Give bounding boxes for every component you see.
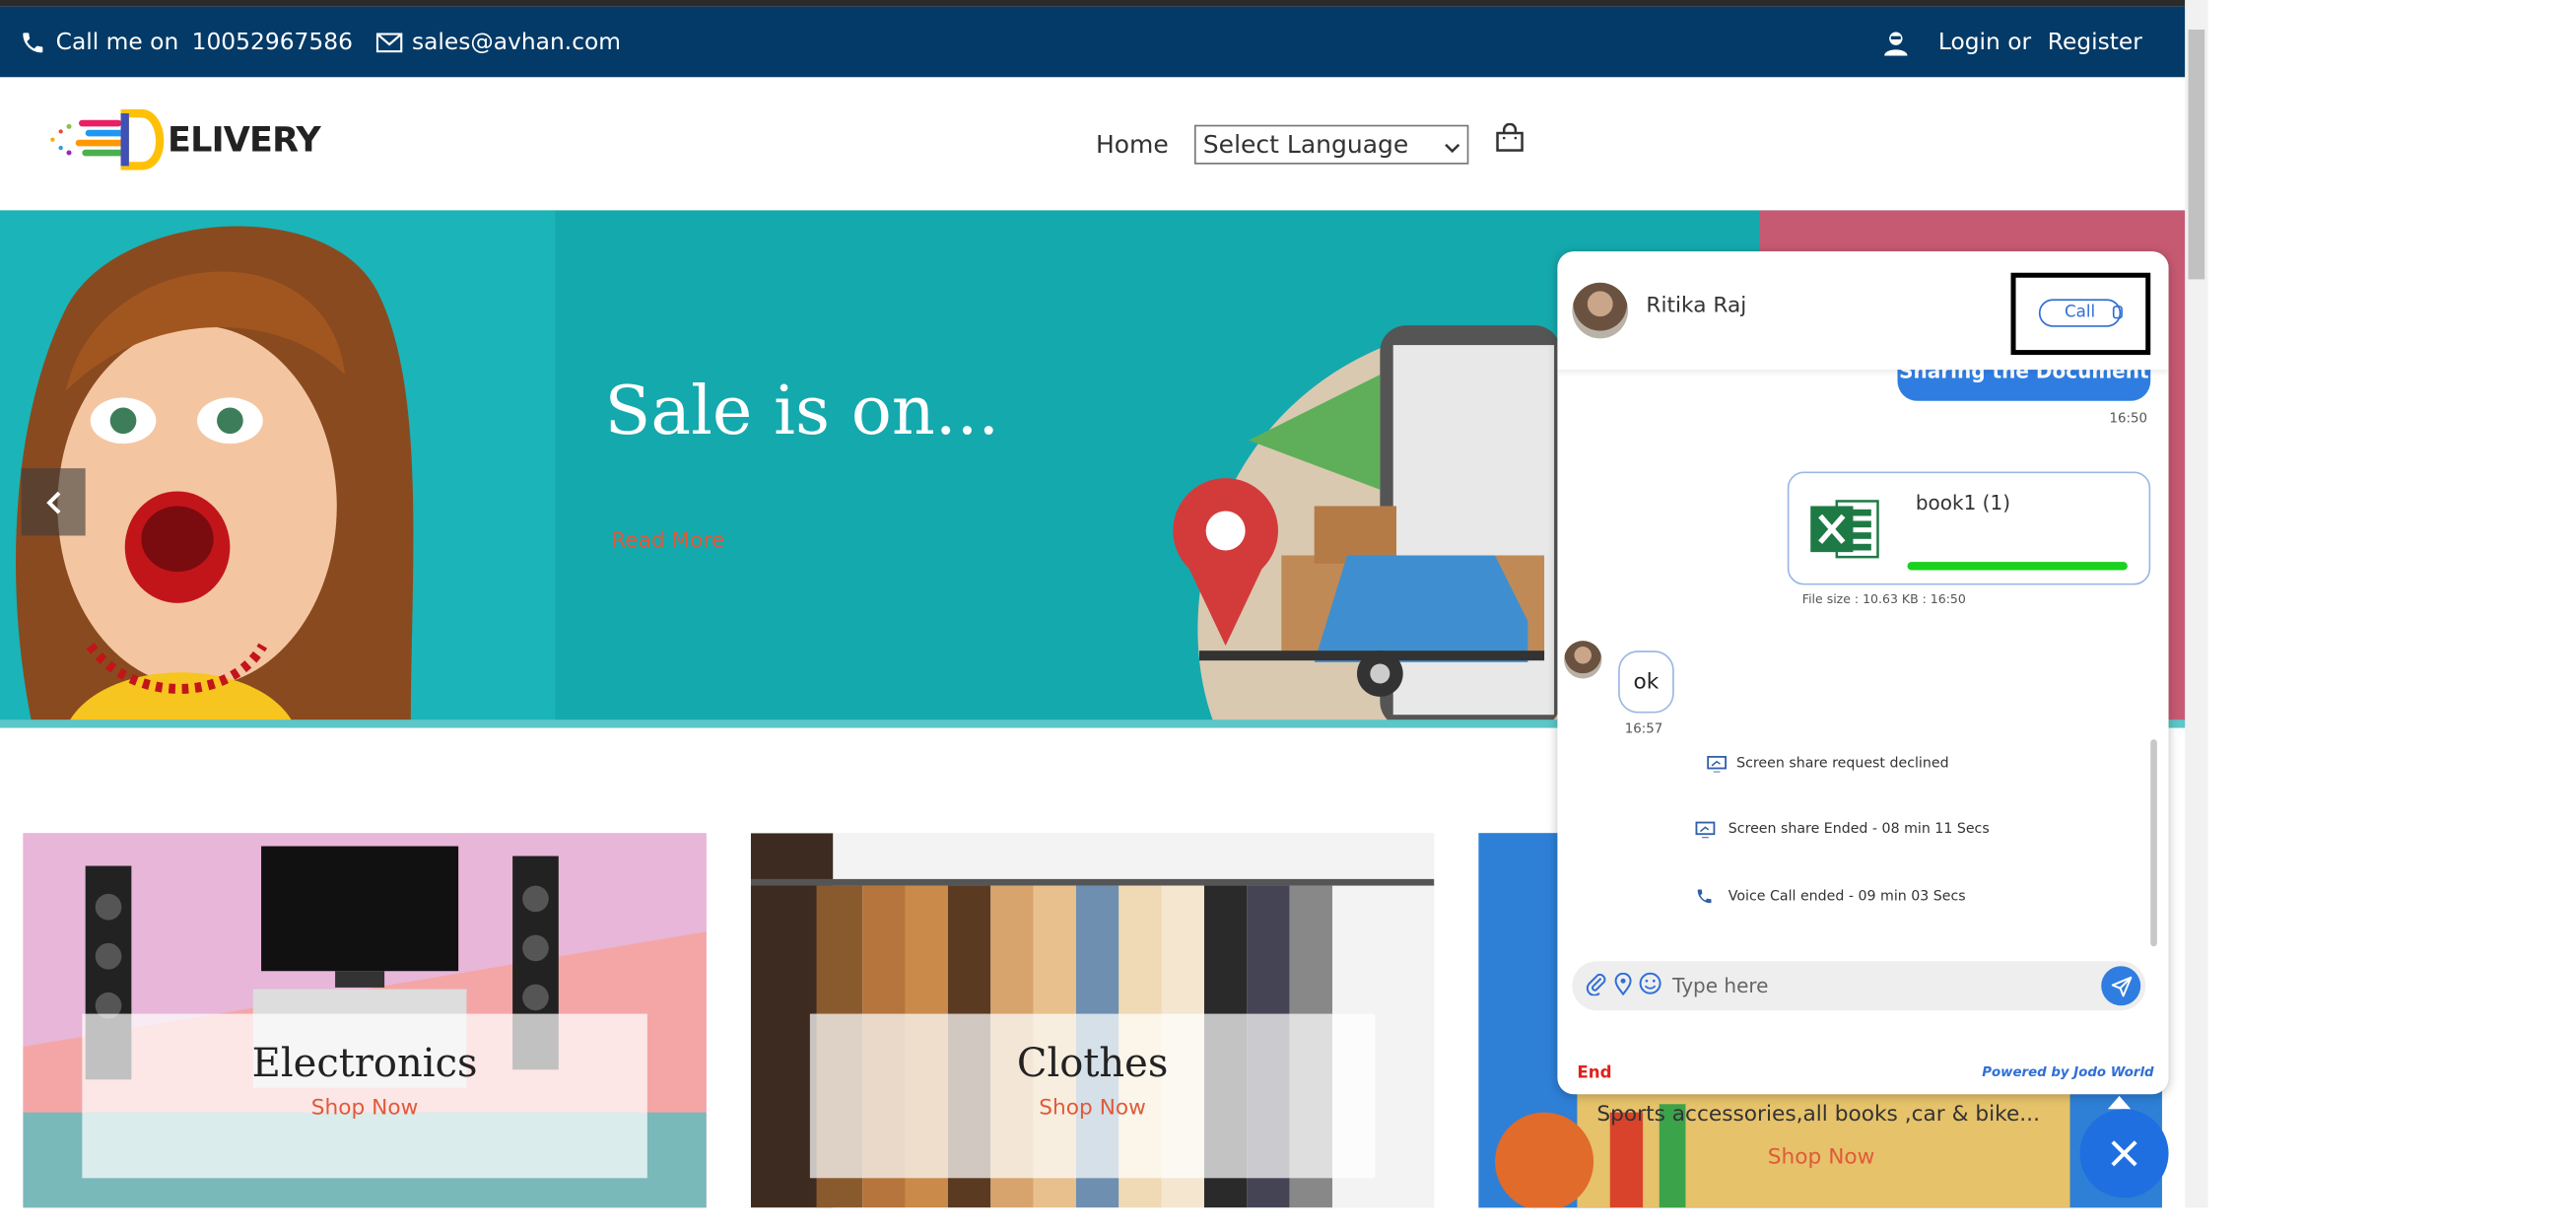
chat-message-input[interactable]: Type here (1672, 975, 2101, 997)
category-title: Clothes (1016, 1040, 1169, 1086)
phone-contact[interactable]: Call me on 10052967586 (20, 29, 353, 55)
agent-avatar-small (1564, 641, 1602, 679)
category-overlay: Clothes Shop Now (809, 1013, 1376, 1179)
shopping-bag-icon[interactable] (1496, 122, 1525, 160)
contact-bar: Call me on 10052967586 sales@avhan.com L… (0, 6, 2186, 78)
chat-scrollbar[interactable] (2150, 739, 2157, 947)
chat-widget: Ritika Raj Call Sharing the Document 16:… (1557, 251, 2169, 1095)
shop-now-link[interactable]: Shop Now (810, 1096, 1375, 1121)
file-upload-progress (1907, 562, 2128, 571)
file-upload-progress-fill (1907, 562, 2128, 571)
chat-header: Ritika Raj Call (1557, 251, 2169, 371)
logo-mark-icon (50, 108, 165, 171)
send-button[interactable] (2101, 966, 2141, 1006)
category-title: Electronics (251, 1040, 478, 1086)
site-logo[interactable]: ELIVERY (46, 106, 321, 172)
page: Call me on 10052967586 sales@avhan.com L… (0, 0, 2576, 1232)
nav-home-link[interactable]: Home (1096, 130, 1169, 160)
chat-event-text: Voice Call ended - 09 min 03 Secs (1728, 888, 1966, 905)
excel-file-icon (1810, 500, 1879, 559)
category-card-clothes[interactable]: Clothes Shop Now (750, 833, 1435, 1208)
category-card-electronics[interactable]: Electronics Shop Now (23, 833, 707, 1208)
contact-info: Call me on 10052967586 sales@avhan.com (20, 7, 621, 78)
powered-by-label: Powered by Jodo World (1982, 1064, 2154, 1080)
phone-icon (1697, 889, 1712, 904)
close-chat-button[interactable] (2079, 1109, 2169, 1198)
chat-launcher-pointer (2107, 1095, 2132, 1110)
account-links: Login or Register (1882, 7, 2142, 78)
carousel-prev-button[interactable] (21, 468, 86, 536)
mail-icon (375, 32, 402, 52)
language-select[interactable]: Select Language (1194, 124, 1469, 165)
chat-event-text: Screen share Ended - 08 min 11 Secs (1728, 821, 1990, 839)
main-nav: Home Select Language (1096, 122, 1525, 165)
send-icon (2110, 975, 2132, 996)
screen-share-icon (1695, 821, 1716, 839)
incoming-message: ok (1618, 650, 1674, 714)
agent-avatar (1572, 282, 1629, 339)
cursor-hand-icon (2112, 306, 2123, 319)
attachment-icon[interactable] (1586, 970, 1608, 1001)
message-time: 16:57 (1624, 720, 1663, 736)
page-scrollbar[interactable] (2185, 0, 2208, 1208)
chevron-down-icon (1445, 130, 1461, 160)
message-time: 16:50 (2109, 410, 2147, 426)
chat-event: Screen share request declined (1707, 755, 1949, 773)
page-scrollbar-thumb[interactable] (2188, 30, 2205, 280)
chevron-left-icon (45, 490, 60, 513)
email-address: sales@avhan.com (411, 29, 622, 55)
file-meta: File size : 10.63 KB : 16:50 (1801, 591, 1966, 607)
hero-title: Sale is on... (604, 371, 1000, 450)
end-chat-button[interactable]: End (1577, 1064, 1611, 1082)
call-button[interactable]: Call (2038, 299, 2122, 327)
chat-event: Screen share Ended - 08 min 11 Secs (1695, 821, 1990, 839)
register-link[interactable]: Register (2048, 29, 2142, 55)
location-pin-icon[interactable] (1611, 970, 1634, 1001)
phone-label: Call me on (55, 29, 179, 55)
screen-share-icon (1707, 755, 1728, 773)
hero-read-more-link[interactable]: Read More (611, 529, 724, 554)
chat-composer: Type here (1572, 961, 2146, 1011)
emoji-icon[interactable] (1638, 970, 1662, 1001)
phone-icon (20, 29, 46, 55)
delivery-illustration (1173, 325, 1570, 728)
language-select-value: Select Language (1202, 129, 1409, 160)
chat-event-text: Screen share request declined (1736, 755, 1949, 773)
phone-number: 10052967586 (191, 29, 353, 55)
file-name: book1 (1) (1915, 491, 2011, 514)
shop-now-link[interactable]: Shop Now (1768, 1145, 1875, 1170)
agent-name: Ritika Raj (1646, 294, 1747, 319)
close-icon (2111, 1140, 2137, 1167)
email-contact[interactable]: sales@avhan.com (375, 29, 621, 55)
composer-tools (1586, 970, 1662, 1001)
top-strip (0, 0, 2186, 7)
site-header: ELIVERY Home Select Language (0, 77, 2186, 211)
user-icon (1882, 29, 1909, 55)
category-overlay: Electronics Shop Now (82, 1013, 647, 1179)
file-attachment[interactable]: book1 (1) (1787, 471, 2151, 585)
chat-event: Voice Call ended - 09 min 03 Secs (1695, 887, 1966, 905)
call-highlight-frame: Call (2010, 272, 2151, 356)
logo-text: ELIVERY (168, 119, 321, 160)
chat-footer: End Powered by Jodo World (1557, 1057, 2168, 1094)
sports-category-description: Sports accessories,all books ,car & bike… (1596, 1102, 2040, 1128)
login-link[interactable]: Login or (1938, 29, 2031, 55)
shop-now-link[interactable]: Shop Now (82, 1096, 646, 1121)
chat-messages: Sharing the Document 16:50 book1 (1) Fil… (1557, 350, 2168, 958)
